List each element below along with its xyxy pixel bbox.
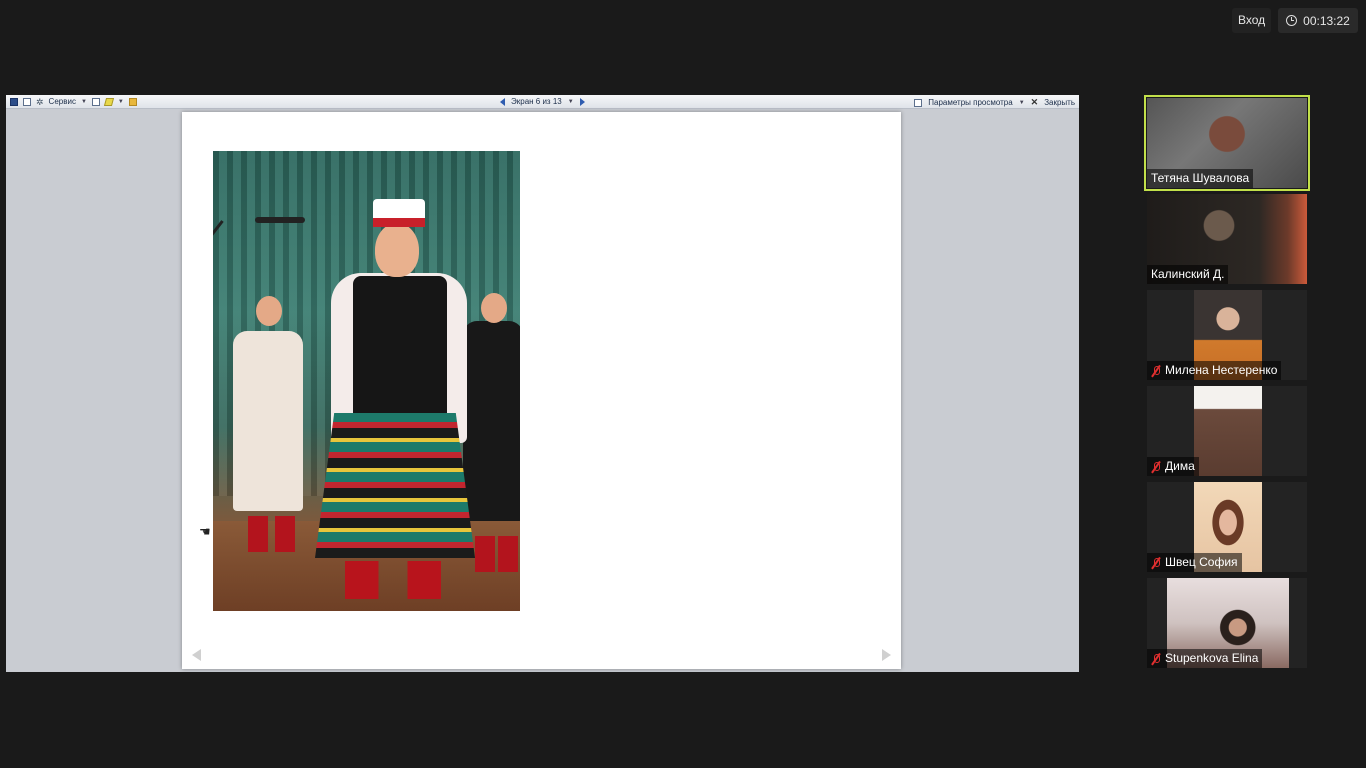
presentation-toolbar: ✲ Сервис ▼ ▼ Экран 6 из 13 ▼ Параметры п…	[6, 95, 1079, 109]
participant-tile[interactable]: Милена Нестеренко	[1147, 290, 1307, 380]
close-button[interactable]: Закрыть	[1044, 98, 1075, 107]
slide-prev-arrow-icon[interactable]	[192, 649, 201, 661]
participant-name: Тетяна Шувалова	[1147, 169, 1254, 188]
clock-icon	[1286, 15, 1298, 26]
pen-icon[interactable]	[103, 97, 114, 106]
participant-tile[interactable]: Дима	[1147, 386, 1307, 476]
view-options-menu[interactable]: Параметры просмотра	[928, 98, 1012, 107]
participant-tile[interactable]: Калинский Д.	[1147, 194, 1307, 284]
view-options-icon	[914, 98, 923, 107]
chevron-down-icon: ▼	[80, 98, 87, 105]
screen-counter[interactable]: Экран 6 из 13	[511, 97, 562, 106]
close-icon[interactable]: ✕	[1031, 97, 1039, 108]
mic-muted-icon	[1151, 365, 1161, 377]
participant-tile[interactable]: Тетяна Шувалова	[1144, 95, 1310, 191]
tools-menu[interactable]: Сервис	[49, 97, 76, 106]
participant-tile[interactable]: Stupenkova Elina	[1147, 578, 1307, 668]
prev-screen-icon[interactable]	[500, 97, 505, 106]
presentation-slide	[182, 112, 901, 669]
shared-screen: ✲ Сервис ▼ ▼ Экран 6 из 13 ▼ Параметры п…	[6, 95, 1079, 672]
chevron-down-icon: ▼	[117, 98, 124, 105]
chevron-down-icon: ▼	[1018, 99, 1025, 106]
hand-cursor-icon: ☚	[199, 524, 211, 539]
enter-button[interactable]: Вход	[1232, 8, 1272, 33]
tools-icon: ✲	[36, 96, 44, 107]
folder-icon[interactable]	[128, 97, 137, 106]
slide-photo	[213, 151, 520, 611]
timer-value: 00:13:22	[1303, 13, 1350, 28]
mic-muted-icon	[1151, 557, 1161, 569]
next-screen-icon[interactable]	[579, 97, 585, 106]
meeting-timer: 00:13:22	[1278, 8, 1358, 33]
mic-muted-icon	[1151, 461, 1161, 473]
participant-name: Швец София	[1147, 553, 1242, 572]
screen-icon[interactable]	[91, 97, 100, 106]
participant-name: Дима	[1147, 457, 1199, 476]
participant-tile[interactable]: Швец София	[1147, 482, 1307, 572]
print-preview-icon[interactable]	[23, 97, 31, 106]
slide-next-arrow-icon[interactable]	[882, 649, 891, 661]
participant-name: Калинский Д.	[1147, 265, 1229, 284]
participant-video	[1194, 386, 1262, 476]
mic-muted-icon	[1151, 653, 1161, 665]
participant-name: Stupenkova Elina	[1147, 649, 1263, 668]
participant-name: Милена Нестеренко	[1147, 361, 1282, 380]
chevron-down-icon: ▼	[567, 98, 574, 105]
save-icon[interactable]	[10, 97, 18, 106]
